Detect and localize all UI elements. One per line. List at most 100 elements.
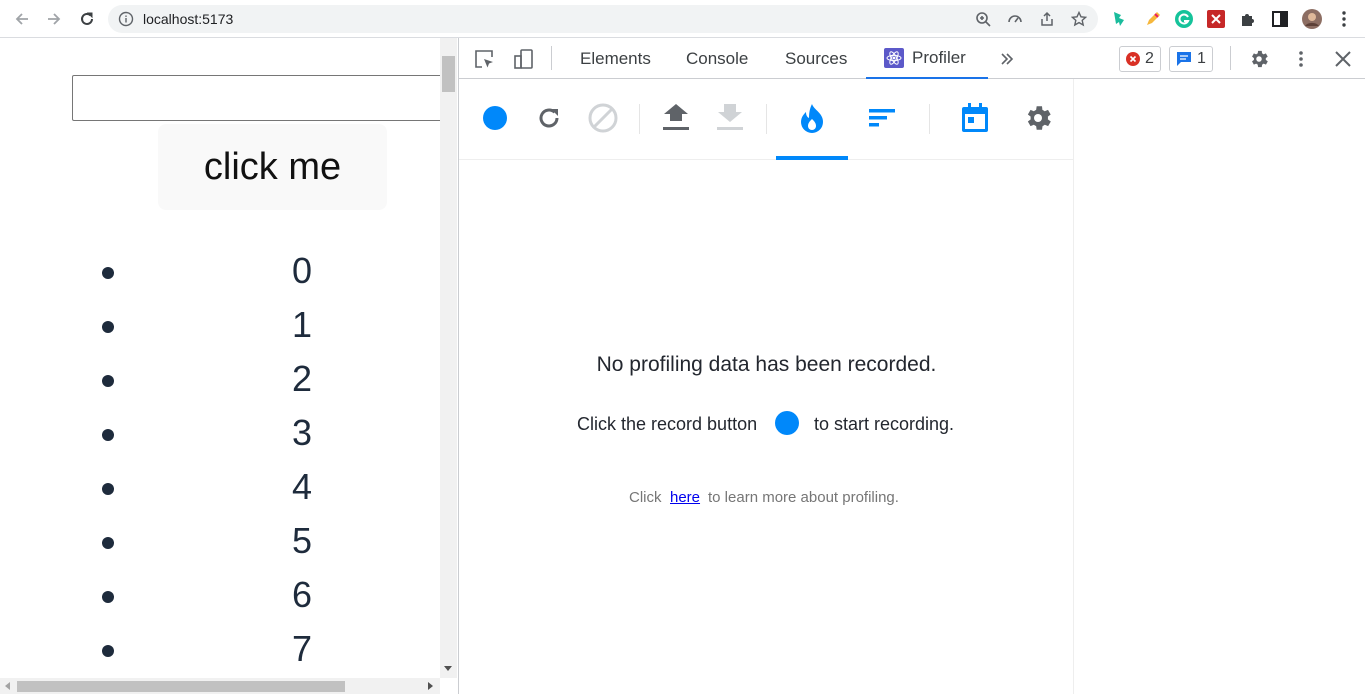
scroll-right-arrow-icon[interactable] xyxy=(428,682,433,690)
address-bar[interactable]: localhost:5173 xyxy=(108,5,1098,33)
info-icon[interactable] xyxy=(118,11,134,27)
back-button[interactable] xyxy=(10,7,34,31)
bullet-icon xyxy=(102,483,114,495)
flamegraph-tab[interactable] xyxy=(795,101,829,135)
ranked-chart-icon xyxy=(869,109,895,127)
browser-menu-icon[interactable] xyxy=(1334,9,1354,29)
devtools-settings-button[interactable] xyxy=(1246,46,1272,72)
inspect-cursor-icon xyxy=(475,50,493,68)
share-icon[interactable] xyxy=(1039,11,1055,27)
list-item-value: 3 xyxy=(291,412,313,453)
timeline-tab[interactable] xyxy=(958,101,992,135)
chevron-double-right-icon xyxy=(1001,53,1014,65)
avatar[interactable] xyxy=(1302,9,1322,29)
tab-label: Elements xyxy=(580,48,651,68)
scroll-down-arrow-icon[interactable] xyxy=(444,666,452,671)
zoom-icon[interactable] xyxy=(975,11,991,27)
tab-label: Profiler xyxy=(912,47,966,67)
error-icon xyxy=(1126,52,1140,66)
tab-profiler[interactable]: Profiler xyxy=(866,38,988,79)
toolbar-divider xyxy=(551,46,552,70)
bookmark-star-icon[interactable] xyxy=(1071,11,1087,27)
horizontal-scrollbar[interactable] xyxy=(0,678,440,694)
performance-icon[interactable] xyxy=(1007,11,1023,27)
messages-badge[interactable]: 1 xyxy=(1169,46,1213,72)
devtools-menu-button[interactable] xyxy=(1288,46,1314,72)
tab-elements[interactable]: Elements xyxy=(580,38,651,79)
url-text: localhost:5173 xyxy=(143,11,234,27)
bullet-icon xyxy=(102,375,114,387)
list-item: 4 xyxy=(0,462,440,516)
inline-record-button[interactable] xyxy=(775,411,799,435)
instruction-text-after: to start recording. xyxy=(814,414,955,434)
horizontal-scroll-thumb[interactable] xyxy=(17,681,345,692)
list-item-value: 7 xyxy=(291,628,313,669)
list-item: 0 xyxy=(0,246,440,300)
active-tab-indicator xyxy=(776,156,848,160)
learn-more-line: Click here to learn more about profiling… xyxy=(459,488,1074,508)
text-input[interactable] xyxy=(72,75,452,121)
forward-button[interactable] xyxy=(42,7,66,31)
vertical-scroll-thumb[interactable] xyxy=(442,56,455,92)
tab-console[interactable]: Console xyxy=(686,38,748,79)
bullet-icon xyxy=(102,321,114,333)
profiler-settings-button[interactable] xyxy=(1021,101,1055,135)
list-item: 2 xyxy=(0,354,440,408)
scroll-left-arrow-icon[interactable] xyxy=(5,682,10,690)
bullet-icon xyxy=(102,267,114,279)
device-mobile-icon xyxy=(514,49,533,69)
empty-state-title: No profiling data has been recorded. xyxy=(596,353,937,376)
instruction-text-before: Click the record button xyxy=(577,414,758,434)
learn-text-after: to learn more about profiling. xyxy=(708,489,899,506)
tab-label: Sources xyxy=(785,48,848,68)
list-item-value: 1 xyxy=(291,304,313,345)
extension-teal-icon[interactable] xyxy=(1110,9,1130,29)
browser-toolbar: localhost:5173 xyxy=(0,0,1365,38)
clear-profiling-button[interactable] xyxy=(586,101,620,135)
vertical-scrollbar[interactable] xyxy=(440,38,457,678)
toolbar-divider xyxy=(1230,46,1231,70)
close-devtools-button[interactable] xyxy=(1330,46,1356,72)
arrow-left-icon xyxy=(15,13,28,25)
toolbar-divider xyxy=(929,104,930,134)
reload-and-profile-button[interactable] xyxy=(532,101,566,135)
devtools-tabbar: Elements Console Sources Profiler 2 1 xyxy=(459,38,1365,79)
list-item: 6 xyxy=(0,570,440,624)
extension-pen-icon[interactable] xyxy=(1143,9,1163,29)
bullet-icon xyxy=(102,429,114,441)
record-instruction: Click the record button to start recordi… xyxy=(459,409,1074,439)
profiler-toolbar xyxy=(459,79,1074,160)
timeline-icon xyxy=(962,103,988,132)
extensions-puzzle-icon[interactable] xyxy=(1238,9,1258,29)
grammarly-icon[interactable] xyxy=(1174,9,1194,29)
settings-icon xyxy=(1027,106,1051,130)
save-profile-icon xyxy=(717,104,743,130)
inspect-element-button[interactable] xyxy=(471,46,497,72)
ranked-chart-tab[interactable] xyxy=(865,101,899,135)
extension-red-icon[interactable] xyxy=(1206,9,1226,29)
reload-icon xyxy=(81,12,93,25)
tab-sources[interactable]: Sources xyxy=(785,38,847,79)
record-button[interactable] xyxy=(478,101,512,135)
reload-button[interactable] xyxy=(75,7,99,31)
flamegraph-icon xyxy=(801,104,823,133)
load-profile-icon xyxy=(663,104,689,130)
bullet-icon xyxy=(102,645,114,657)
list-item: 3 xyxy=(0,408,440,462)
save-profile-button[interactable] xyxy=(713,101,747,135)
load-profile-button[interactable] xyxy=(659,101,693,135)
message-icon xyxy=(1177,52,1191,66)
device-toolbar-button[interactable] xyxy=(510,46,536,72)
close-icon xyxy=(1335,51,1351,67)
more-tabs-button[interactable] xyxy=(994,46,1020,72)
side-panel-icon[interactable] xyxy=(1270,9,1290,29)
errors-badge[interactable]: 2 xyxy=(1119,46,1161,72)
message-count: 1 xyxy=(1197,50,1206,67)
toolbar-divider xyxy=(639,104,640,134)
list-item-value: 5 xyxy=(291,520,313,561)
learn-more-link[interactable]: here xyxy=(670,489,700,506)
list-item: 7 xyxy=(0,624,440,678)
click-me-button[interactable]: click me xyxy=(158,124,387,210)
reload-and-profile-icon xyxy=(539,108,559,128)
list-item-value: 4 xyxy=(291,466,313,507)
